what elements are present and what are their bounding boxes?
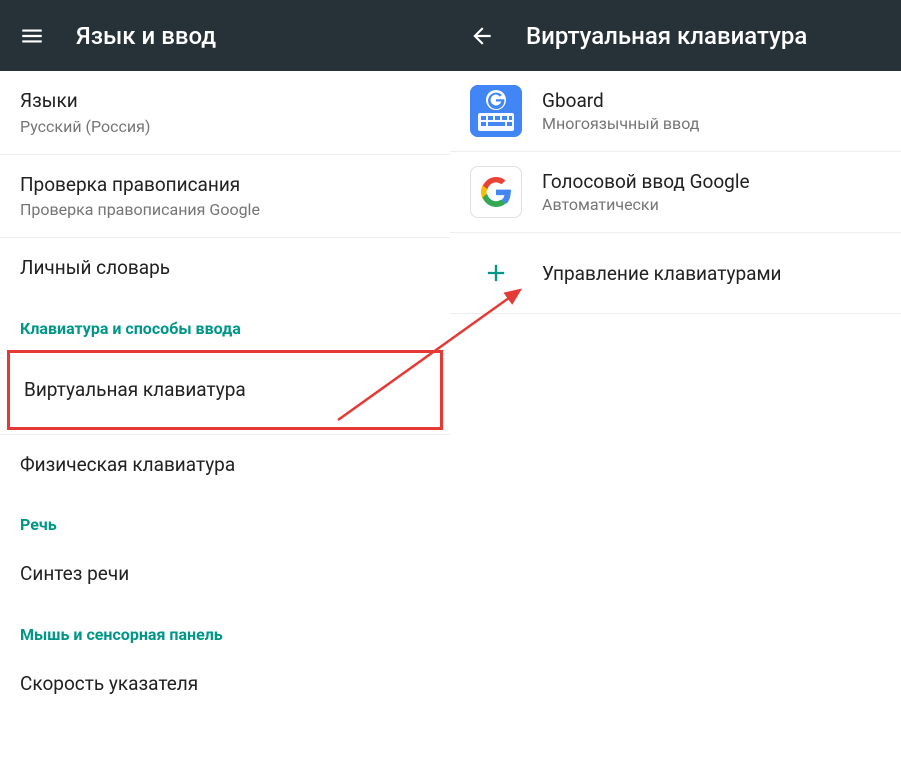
page-title-right: Виртуальная клавиатура: [526, 22, 807, 50]
row-physical-keyboard-primary: Физическая клавиатура: [20, 452, 430, 478]
row-google-voice-primary: Голосовой ввод Google: [542, 170, 750, 193]
row-languages[interactable]: Языки Русский (Россия): [0, 71, 450, 155]
row-google-voice-secondary: Автоматически: [542, 195, 750, 214]
settings-list-left: Языки Русский (Россия) Проверка правопис…: [0, 71, 450, 769]
row-gboard[interactable]: Gboard Многоязычный ввод: [450, 71, 901, 152]
appbar-left: Язык и ввод: [0, 0, 450, 71]
language-input-panel: Язык и ввод Языки Русский (Россия) Прове…: [0, 0, 450, 769]
row-manage-keyboards[interactable]: Управление клавиатурами: [450, 233, 901, 314]
row-languages-secondary: Русский (Россия): [20, 117, 430, 136]
section-mouse: Мышь и сенсорная панель: [0, 605, 450, 654]
menu-icon[interactable]: [18, 22, 46, 50]
page-title-left: Язык и ввод: [76, 22, 216, 50]
row-gboard-secondary: Многоязычный ввод: [542, 114, 699, 133]
row-tts[interactable]: Синтез речи: [0, 544, 450, 605]
row-spellcheck-secondary: Проверка правописания Google: [20, 200, 430, 219]
row-personal-dictionary-primary: Личный словарь: [20, 255, 430, 281]
gboard-icon: [470, 85, 522, 137]
settings-list-right: Gboard Многоязычный ввод Голосовой ввод …: [450, 71, 901, 769]
row-spellcheck[interactable]: Проверка правописания Проверка правописа…: [0, 155, 450, 239]
google-voice-icon: [470, 166, 522, 218]
back-icon[interactable]: [468, 22, 496, 50]
plus-icon: [470, 247, 522, 299]
virtual-keyboard-panel: Виртуальная клавиатура Gboard Много: [450, 0, 901, 769]
section-keyboard: Клавиатура и способы ввода: [0, 299, 450, 348]
row-spellcheck-primary: Проверка правописания: [20, 172, 430, 198]
row-tts-primary: Синтез речи: [20, 561, 430, 587]
row-gboard-primary: Gboard: [542, 89, 699, 112]
row-physical-keyboard[interactable]: Физическая клавиатура: [0, 434, 450, 496]
row-virtual-keyboard[interactable]: Виртуальная клавиатура: [7, 350, 443, 430]
section-speech: Речь: [0, 495, 450, 544]
row-personal-dictionary[interactable]: Личный словарь: [0, 238, 450, 299]
row-languages-primary: Языки: [20, 88, 430, 114]
row-pointer-speed-primary: Скорость указателя: [20, 671, 430, 697]
row-virtual-keyboard-primary: Виртуальная клавиатура: [24, 377, 426, 403]
row-manage-keyboards-primary: Управление клавиатурами: [542, 262, 782, 285]
row-google-voice[interactable]: Голосовой ввод Google Автоматически: [450, 152, 901, 233]
appbar-right: Виртуальная клавиатура: [450, 0, 901, 71]
row-pointer-speed[interactable]: Скорость указателя: [0, 654, 450, 715]
